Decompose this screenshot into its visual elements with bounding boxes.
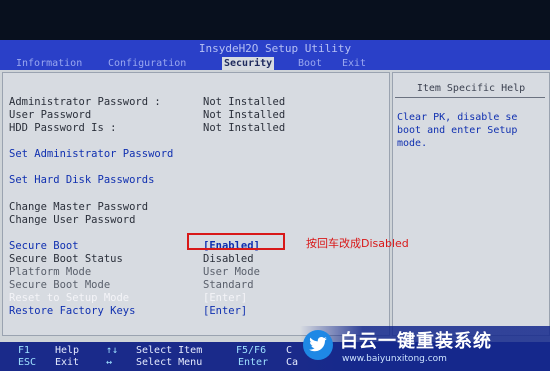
esc-label: Exit xyxy=(55,357,80,368)
window-title: InsydeH2O Setup Utility xyxy=(0,40,550,58)
tab-security[interactable]: Security xyxy=(222,57,275,70)
change-master-password-label: Change Master Password xyxy=(9,201,149,213)
tab-bar: Information Configuration Security Boot … xyxy=(0,57,550,70)
tab-boot[interactable]: Boot xyxy=(296,57,324,70)
item-specific-help-panel: Item Specific Help Clear PK, disable se … xyxy=(392,72,550,336)
select-menu-label: Select Menu xyxy=(136,357,203,368)
user-password-label: User Password xyxy=(9,109,92,121)
bird-icon xyxy=(309,337,327,352)
f5-f6-key: F5/F6 xyxy=(236,345,267,356)
set-hdd-password-label: Set Hard Disk Passwords xyxy=(9,174,155,186)
secure-boot-highlight-box xyxy=(187,233,285,250)
set-admin-password-label: Set Administrator Password xyxy=(9,148,174,160)
select-item-label: Select Item xyxy=(136,345,203,356)
left-right-arrows-icon: ↔ xyxy=(106,357,113,368)
secure-boot-mode-label: Secure Boot Mode xyxy=(9,279,111,291)
tab-exit[interactable]: Exit xyxy=(340,57,368,70)
user-password-value: Not Installed xyxy=(203,109,286,121)
item-specific-help-header: Item Specific Help xyxy=(416,83,526,94)
restore-factory-keys-label: Restore Factory Keys xyxy=(9,305,136,317)
reset-setup-mode-label: Reset to Setup Mode xyxy=(9,292,130,304)
tab-configuration[interactable]: Configuration xyxy=(106,57,188,70)
hdd-password-label: HDD Password Is : xyxy=(9,122,117,134)
f1-key: F1 xyxy=(18,345,31,356)
restore-factory-keys-value[interactable]: [Enter] xyxy=(203,305,247,317)
bird-logo-icon xyxy=(303,330,333,360)
secure-boot-status-label: Secure Boot Status xyxy=(9,253,123,265)
enter-label-fragment: Ca xyxy=(286,357,299,368)
item-specific-help-text: Clear PK, disable se boot and enter Setu… xyxy=(397,112,518,149)
admin-password-label: Administrator Password : xyxy=(9,96,161,108)
enter-key: Enter xyxy=(238,357,269,368)
annotation-text: 按回车改成Disabled xyxy=(306,237,409,250)
secure-boot-mode-value: Standard xyxy=(203,279,254,291)
secure-boot-status-value: Disabled xyxy=(203,253,254,265)
watermark-brand: 白云一键重装系统 xyxy=(340,331,492,352)
esc-key: ESC xyxy=(18,357,37,368)
change-user-password-label: Change User Password xyxy=(9,214,136,226)
secure-boot-label: Secure Boot xyxy=(9,240,79,252)
f1-label: Help xyxy=(55,345,80,356)
settings-panel: Administrator Password : Not Installed U… xyxy=(2,72,390,336)
admin-password-value: Not Installed xyxy=(203,96,286,108)
f5-f6-label-fragment: C xyxy=(286,345,293,356)
platform-mode-value: User Mode xyxy=(203,266,260,278)
tab-information[interactable]: Information xyxy=(14,57,84,70)
help-divider xyxy=(395,97,545,98)
reset-setup-mode-value[interactable]: [Enter] xyxy=(203,292,247,304)
up-down-arrows-icon: ↑↓ xyxy=(106,345,119,356)
hdd-password-value: Not Installed xyxy=(203,122,286,134)
platform-mode-label: Platform Mode xyxy=(9,266,92,278)
watermark-url: www.baiyunxitong.com xyxy=(342,354,447,364)
